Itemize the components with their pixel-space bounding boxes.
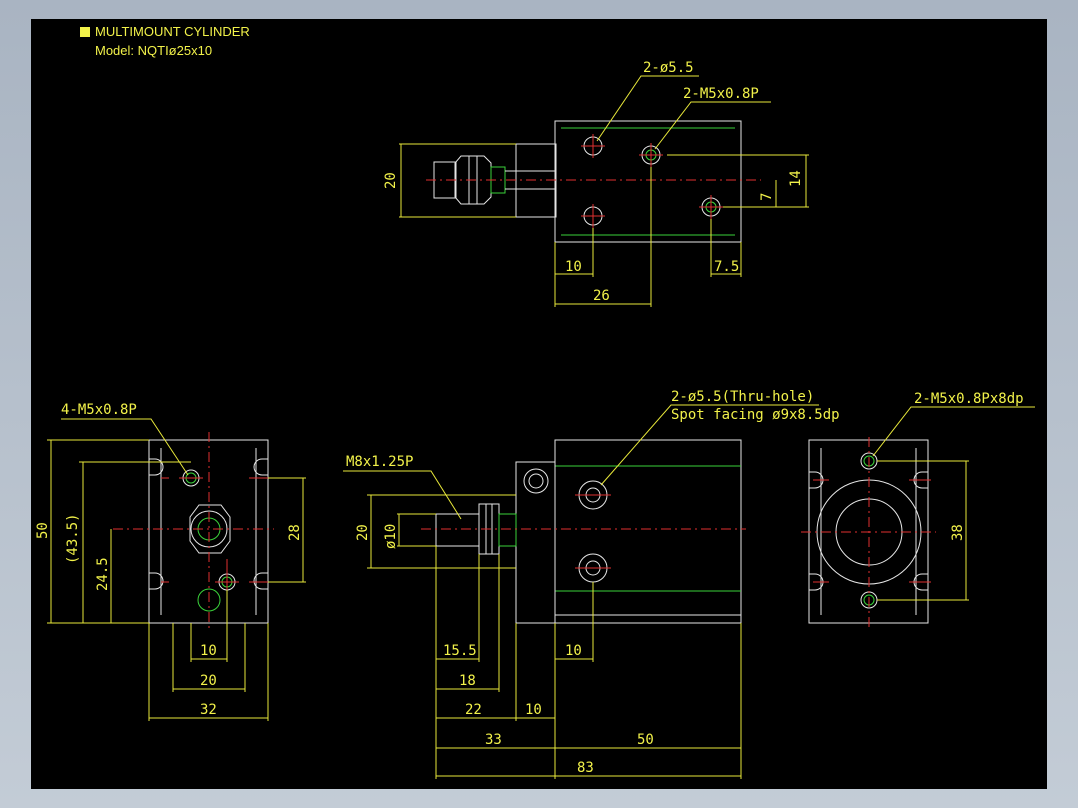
top-body-outline xyxy=(554,120,742,243)
front-dim-33: 33 xyxy=(485,732,502,748)
left-dim-10: 10 xyxy=(200,643,217,659)
title-marker-icon xyxy=(80,27,90,37)
model-label: Model: NQTIø25x10 xyxy=(95,43,212,58)
front-dim-10-hole: 10 xyxy=(565,643,582,659)
front-rod-callout: M8x1.25P xyxy=(346,454,413,470)
front-dim-50: 50 xyxy=(637,732,654,748)
front-hole-callout-1: 2-ø5.5(Thru-hole) xyxy=(671,389,814,405)
top-dim-14: 14 xyxy=(788,170,804,187)
left-dim-50: 50 xyxy=(35,522,51,539)
top-view: 2-ø5.5 2-M5x0.8P 20 14 7 10 7.5 26 xyxy=(383,60,809,307)
left-dim-28: 28 xyxy=(287,524,303,541)
left-dim-24-5: 24.5 xyxy=(95,557,111,591)
front-dim-83: 83 xyxy=(577,760,594,776)
right-thread-callout: 2-M5x0.8Px8dp xyxy=(914,391,1024,407)
top-hole-callout: 2-ø5.5 xyxy=(643,60,694,76)
front-flange xyxy=(515,461,556,624)
front-view: 2-ø5.5(Thru-hole) Spot facing ø9x8.5dp M… xyxy=(343,389,840,779)
top-dim-7-5: 7.5 xyxy=(714,259,739,275)
front-dim-d10: ø10 xyxy=(383,524,399,549)
top-dim-20: 20 xyxy=(383,172,399,189)
top-dim-10: 10 xyxy=(565,259,582,275)
front-dim-22: 22 xyxy=(465,702,482,718)
front-body-outline xyxy=(554,439,742,624)
left-dim-32: 32 xyxy=(200,702,217,718)
top-thread-callout: 2-M5x0.8P xyxy=(683,86,759,102)
left-dim-43-5: (43.5) xyxy=(65,513,81,564)
front-dim-15-5: 15.5 xyxy=(443,643,477,659)
left-view: 4-M5x0.8P 50 (43.5) 24.5 28 10 20 32 xyxy=(35,402,306,721)
left-dim-20: 20 xyxy=(200,673,217,689)
front-dim-10-flange: 10 xyxy=(525,702,542,718)
front-hole-callout-2: Spot facing ø9x8.5dp xyxy=(671,407,840,423)
top-dim-7: 7 xyxy=(759,193,775,201)
front-dim-18: 18 xyxy=(459,673,476,689)
right-view: 2-M5x0.8Px8dp 38 xyxy=(801,391,1035,631)
drawing-title: MULTIMOUNT CYLINDER xyxy=(95,24,250,39)
left-thread-callout: 4-M5x0.8P xyxy=(61,402,137,418)
front-dim-20: 20 xyxy=(355,524,371,541)
front-rod xyxy=(435,513,480,547)
cad-drawing-canvas: MULTIMOUNT CYLINDER Model: NQTIø25x10 2-… xyxy=(31,19,1047,789)
cad-drawing: MULTIMOUNT CYLINDER Model: NQTIø25x10 2-… xyxy=(35,24,1035,779)
right-dim-38: 38 xyxy=(950,524,966,541)
top-dim-26: 26 xyxy=(593,288,610,304)
